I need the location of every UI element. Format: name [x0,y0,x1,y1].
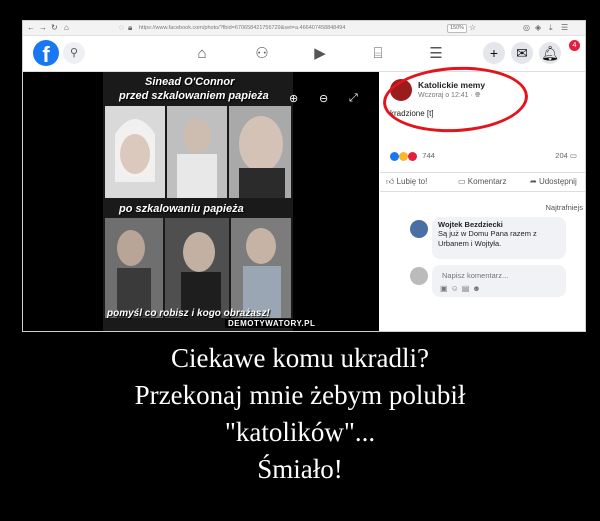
menu-tab-icon[interactable]: ☰ [423,43,449,65]
friends-tab-icon[interactable]: ⚇ [249,43,275,65]
caption-line2: Przekonaj mnie żebym polubił [134,380,466,410]
camera-icon[interactable]: ☻ [472,284,483,293]
facebook-header: f ⚲ ⌂ ⚇ ▶ ⌸ ☰ + ✉ 🔔︎ 4 [23,36,585,72]
bookmark-star-icon[interactable]: ☆ [469,23,476,33]
home-icon[interactable]: ⌂ [64,23,69,33]
meme-photos [103,72,293,331]
create-icon[interactable]: + [483,42,505,64]
share-label: Udostępnij [538,177,577,186]
comment-bubble-icon: ▭ [569,151,577,160]
download-icon[interactable]: ⤓ [549,23,553,33]
lock-icon[interactable]: 🔒︎ [128,23,132,33]
photo-viewer: Sinead O'Connor przed szkalowaniem papie… [23,72,379,331]
post-action-bar: 👍︎ Lubię to! ▭ Komentarz ➦ Udostępnij [380,172,585,192]
account-icon[interactable]: ◎ [523,23,530,33]
gif-icon[interactable]: ▤ [462,284,473,293]
watch-tab-icon[interactable]: ▶ [307,43,333,65]
caption-line4: Śmiało! [257,454,343,484]
comment-line2: Urbanem i Wojtyła. [438,239,502,248]
shield-icon[interactable]: ◌ [119,23,124,33]
fullscreen-icon[interactable]: ⤢ [349,92,358,105]
zoom-out-icon[interactable]: ⊖ [319,92,328,105]
commenter-name[interactable]: Wojtek Bezdziecki [438,220,560,229]
meme-title-line1: Sinead O'Connor [145,76,235,88]
comment-label: Komentarz [467,177,507,186]
screenshot-frame: ← → ↻ ⌂ ◌ 🔒︎ https://www.facebook.com/ph… [22,20,586,332]
post-sidebar: Katolickie memy Wczoraj o 12:41 · 🌐︎ kra… [380,63,585,331]
red-highlight-circle [381,63,530,136]
comment-button[interactable]: ▭ Komentarz [458,177,506,186]
demotywatory-watermark: DEMOTYWATORY.PL [225,319,319,328]
commenter-avatar[interactable] [410,220,428,238]
comment-sort-dropdown[interactable]: Najtrafniejs [545,203,583,212]
meme-middle-text: po szkalowaniu papieża [119,203,244,215]
user-avatar [410,267,428,285]
address-bar[interactable]: https://www.facebook.com/photo/?fbid=670… [139,23,479,33]
home-tab-icon[interactable]: ⌂ [189,43,215,65]
search-icon[interactable]: ⚲ [63,42,85,64]
messenger-icon[interactable]: ✉ [511,42,533,64]
love-reaction-icon [408,151,418,161]
sticker-icon[interactable]: ▣ [440,284,451,293]
reload-icon[interactable]: ↻ [51,23,58,33]
meme-bottom-text: pomyśl co robisz i kogo obrażasz! [107,308,270,319]
comment-count[interactable]: 204 ▭ [555,151,577,160]
comment-line1: Są już w Domu Pana razem z [438,229,537,238]
zoom-in-icon[interactable]: ⊕ [289,92,298,105]
comment-count-value: 204 [555,151,568,160]
browser-toolbar: ← → ↻ ⌂ ◌ 🔒︎ https://www.facebook.com/ph… [23,21,585,36]
back-icon[interactable]: ← [27,23,35,33]
menu-icon[interactable]: ☰ [561,23,568,33]
comment-text: Są już w Domu Pana razem z Urbanem i Woj… [438,229,560,249]
share-button[interactable]: ➦ Udostępnij [530,177,577,186]
caption-line1: Ciekawe komu ukradli? [171,343,429,373]
like-button[interactable]: 👍︎ Lubię to! [386,177,427,187]
zoom-level[interactable]: 150% [447,24,468,33]
haha-reaction-icon [399,151,409,161]
reaction-count: 744 [422,151,435,160]
write-comment-input[interactable] [440,270,564,281]
like-reaction-icon [390,151,399,161]
comment-composer: ▣☺▤☻ [432,265,566,297]
notification-badge: 4 [569,40,580,51]
marketplace-tab-icon[interactable]: ⌸ [365,43,391,65]
caption-line3: "katolików"... [224,417,376,447]
emoji-icon[interactable]: ☺ [451,284,462,293]
reaction-summary[interactable]: 744 [390,151,435,161]
forward-icon[interactable]: → [39,23,47,33]
like-label: Lubię to! [396,177,428,186]
meme-title-line2: przed szkalowaniem papieża [119,90,269,102]
comment-item: Wojtek Bezdziecki Są już w Domu Pana raz… [432,217,566,259]
facebook-logo[interactable]: f [33,40,59,67]
notifications-icon[interactable]: 🔔︎ [539,42,561,64]
extension-icon[interactable]: ◈ [535,23,541,33]
composer-icons: ▣☺▤☻ [440,284,484,293]
meme-image: Sinead O'Connor przed szkalowaniem papie… [103,72,293,331]
